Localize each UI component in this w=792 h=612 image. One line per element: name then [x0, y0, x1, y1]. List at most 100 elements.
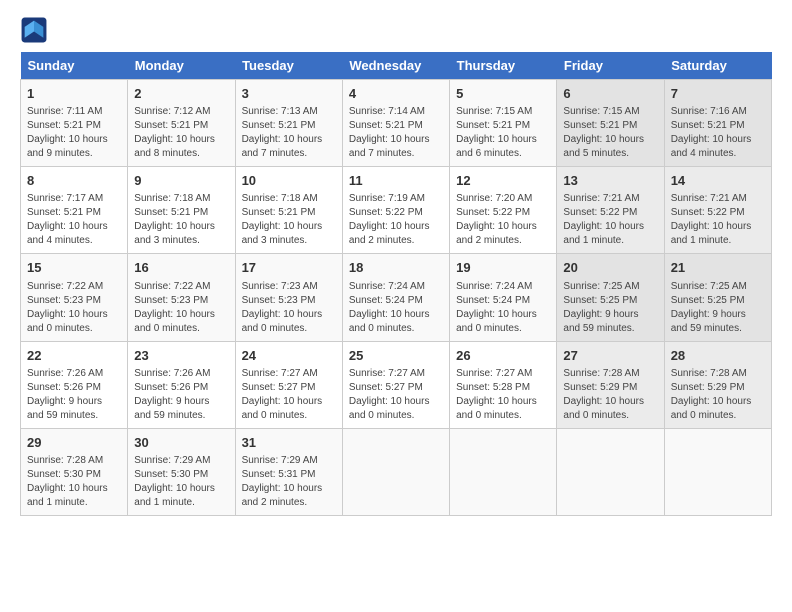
day-info: Sunrise: 7:26 AM Sunset: 5:26 PM Dayligh…: [134, 367, 228, 423]
header-cell-wednesday: Wednesday: [342, 52, 449, 80]
day-cell: 11 Sunrise: 7:19 AM Sunset: 5:22 PM Dayli…: [342, 167, 449, 254]
day-cell: 19 Sunrise: 7:24 AM Sunset: 5:24 PM Dayli…: [450, 254, 557, 341]
day-number: 30: [134, 434, 228, 452]
day-info: Sunrise: 7:14 AM Sunset: 5:21 PM Dayligh…: [349, 105, 443, 161]
day-info: Sunrise: 7:27 AM Sunset: 5:27 PM Dayligh…: [242, 367, 336, 423]
day-info: Sunrise: 7:21 AM Sunset: 5:22 PM Dayligh…: [563, 192, 657, 248]
day-number: 17: [242, 259, 336, 277]
day-number: 7: [671, 85, 765, 103]
header-row: SundayMondayTuesdayWednesdayThursdayFrid…: [21, 52, 772, 80]
day-number: 21: [671, 259, 765, 277]
day-info: Sunrise: 7:18 AM Sunset: 5:21 PM Dayligh…: [134, 192, 228, 248]
day-cell: 13 Sunrise: 7:21 AM Sunset: 5:22 PM Dayli…: [557, 167, 664, 254]
day-info: Sunrise: 7:29 AM Sunset: 5:30 PM Dayligh…: [134, 454, 228, 510]
day-number: 12: [456, 172, 550, 190]
day-number: 24: [242, 347, 336, 365]
day-number: 10: [242, 172, 336, 190]
day-info: Sunrise: 7:18 AM Sunset: 5:21 PM Dayligh…: [242, 192, 336, 248]
day-cell: 5Sunrise: 7:15 AM Sunset: 5:21 PM Daylig…: [450, 80, 557, 167]
day-number: 14: [671, 172, 765, 190]
day-number: 11: [349, 172, 443, 190]
day-number: 13: [563, 172, 657, 190]
header-cell-thursday: Thursday: [450, 52, 557, 80]
day-cell: 30 Sunrise: 7:29 AM Sunset: 5:30 PM Dayli…: [128, 428, 235, 515]
calendar-table: SundayMondayTuesdayWednesdayThursdayFrid…: [20, 52, 772, 516]
day-cell: 21Sunrise: 7:25 AM Sunset: 5:25 PM Dayli…: [664, 254, 771, 341]
day-info: Sunrise: 7:20 AM Sunset: 5:22 PM Dayligh…: [456, 192, 550, 248]
day-info: Sunrise: 7:25 AM Sunset: 5:25 PM Dayligh…: [563, 280, 657, 336]
day-number: 1: [27, 85, 121, 103]
week-row-5: 29Sunrise: 7:28 AM Sunset: 5:30 PM Dayli…: [21, 428, 772, 515]
day-info: Sunrise: 7:24 AM Sunset: 5:24 PM Dayligh…: [456, 280, 550, 336]
page-header: [20, 16, 772, 44]
calendar-header: SundayMondayTuesdayWednesdayThursdayFrid…: [21, 52, 772, 80]
header-cell-sunday: Sunday: [21, 52, 128, 80]
day-cell: 6 Sunrise: 7:15 AM Sunset: 5:21 PM Daylig…: [557, 80, 664, 167]
day-number: 6: [563, 85, 657, 103]
week-row-4: 22Sunrise: 7:26 AM Sunset: 5:26 PM Dayli…: [21, 341, 772, 428]
day-cell: 25 Sunrise: 7:27 AM Sunset: 5:27 PM Dayli…: [342, 341, 449, 428]
logo-icon: [20, 16, 48, 44]
day-number: 3: [242, 85, 336, 103]
day-cell: 2 Sunrise: 7:12 AM Sunset: 5:21 PM Daylig…: [128, 80, 235, 167]
header-cell-monday: Monday: [128, 52, 235, 80]
day-cell: 27 Sunrise: 7:28 AM Sunset: 5:29 PM Dayli…: [557, 341, 664, 428]
day-info: Sunrise: 7:21 AM Sunset: 5:22 PM Dayligh…: [671, 192, 765, 248]
day-info: Sunrise: 7:22 AM Sunset: 5:23 PM Dayligh…: [134, 280, 228, 336]
day-number: 27: [563, 347, 657, 365]
day-cell: 10 Sunrise: 7:18 AM Sunset: 5:21 PM Dayli…: [235, 167, 342, 254]
day-info: Sunrise: 7:28 AM Sunset: 5:29 PM Dayligh…: [671, 367, 765, 423]
day-info: Sunrise: 7:28 AM Sunset: 5:30 PM Dayligh…: [27, 454, 121, 510]
day-cell: 16 Sunrise: 7:22 AM Sunset: 5:23 PM Dayli…: [128, 254, 235, 341]
day-number: 8: [27, 172, 121, 190]
day-info: Sunrise: 7:15 AM Sunset: 5:21 PM Dayligh…: [563, 105, 657, 161]
day-info: Sunrise: 7:12 AM Sunset: 5:21 PM Dayligh…: [134, 105, 228, 161]
header-cell-saturday: Saturday: [664, 52, 771, 80]
day-number: 26: [456, 347, 550, 365]
day-cell: 1 Sunrise: 7:11 AM Sunset: 5:21 PM Daylig…: [21, 80, 128, 167]
day-number: 4: [349, 85, 443, 103]
day-number: 15: [27, 259, 121, 277]
day-info: Sunrise: 7:11 AM Sunset: 5:21 PM Dayligh…: [27, 105, 121, 161]
day-cell: 31 Sunrise: 7:29 AM Sunset: 5:31 PM Dayli…: [235, 428, 342, 515]
day-info: Sunrise: 7:23 AM Sunset: 5:23 PM Dayligh…: [242, 280, 336, 336]
day-cell: 14 Sunrise: 7:21 AM Sunset: 5:22 PM Dayli…: [664, 167, 771, 254]
day-number: 25: [349, 347, 443, 365]
day-cell: 22Sunrise: 7:26 AM Sunset: 5:26 PM Dayli…: [21, 341, 128, 428]
day-info: Sunrise: 7:29 AM Sunset: 5:31 PM Dayligh…: [242, 454, 336, 510]
day-info: Sunrise: 7:27 AM Sunset: 5:27 PM Dayligh…: [349, 367, 443, 423]
day-info: Sunrise: 7:15 AM Sunset: 5:21 PM Dayligh…: [456, 105, 550, 161]
logo: [20, 16, 52, 44]
day-info: Sunrise: 7:19 AM Sunset: 5:22 PM Dayligh…: [349, 192, 443, 248]
day-cell: 8Sunrise: 7:17 AM Sunset: 5:21 PM Daylig…: [21, 167, 128, 254]
day-number: 20: [563, 259, 657, 277]
day-cell: [557, 428, 664, 515]
day-number: 2: [134, 85, 228, 103]
day-info: Sunrise: 7:22 AM Sunset: 5:23 PM Dayligh…: [27, 280, 121, 336]
day-number: 18: [349, 259, 443, 277]
week-row-3: 15 Sunrise: 7:22 AM Sunset: 5:23 PM Dayli…: [21, 254, 772, 341]
day-cell: 15 Sunrise: 7:22 AM Sunset: 5:23 PM Dayli…: [21, 254, 128, 341]
day-cell: 12 Sunrise: 7:20 AM Sunset: 5:22 PM Dayli…: [450, 167, 557, 254]
day-cell: 7 Sunrise: 7:16 AM Sunset: 5:21 PM Daylig…: [664, 80, 771, 167]
day-cell: 9Sunrise: 7:18 AM Sunset: 5:21 PM Daylig…: [128, 167, 235, 254]
day-info: Sunrise: 7:24 AM Sunset: 5:24 PM Dayligh…: [349, 280, 443, 336]
day-number: 31: [242, 434, 336, 452]
day-info: Sunrise: 7:16 AM Sunset: 5:21 PM Dayligh…: [671, 105, 765, 161]
week-row-2: 8Sunrise: 7:17 AM Sunset: 5:21 PM Daylig…: [21, 167, 772, 254]
day-cell: 29Sunrise: 7:28 AM Sunset: 5:30 PM Dayli…: [21, 428, 128, 515]
day-info: Sunrise: 7:28 AM Sunset: 5:29 PM Dayligh…: [563, 367, 657, 423]
day-cell: [450, 428, 557, 515]
day-cell: 23Sunrise: 7:26 AM Sunset: 5:26 PM Dayli…: [128, 341, 235, 428]
day-info: Sunrise: 7:27 AM Sunset: 5:28 PM Dayligh…: [456, 367, 550, 423]
day-cell: [342, 428, 449, 515]
day-info: Sunrise: 7:13 AM Sunset: 5:21 PM Dayligh…: [242, 105, 336, 161]
day-number: 19: [456, 259, 550, 277]
day-cell: 28Sunrise: 7:28 AM Sunset: 5:29 PM Dayli…: [664, 341, 771, 428]
day-cell: 18 Sunrise: 7:24 AM Sunset: 5:24 PM Dayli…: [342, 254, 449, 341]
week-row-1: 1 Sunrise: 7:11 AM Sunset: 5:21 PM Daylig…: [21, 80, 772, 167]
day-info: Sunrise: 7:26 AM Sunset: 5:26 PM Dayligh…: [27, 367, 121, 423]
day-number: 16: [134, 259, 228, 277]
day-cell: 24 Sunrise: 7:27 AM Sunset: 5:27 PM Dayli…: [235, 341, 342, 428]
day-cell: 20 Sunrise: 7:25 AM Sunset: 5:25 PM Dayli…: [557, 254, 664, 341]
